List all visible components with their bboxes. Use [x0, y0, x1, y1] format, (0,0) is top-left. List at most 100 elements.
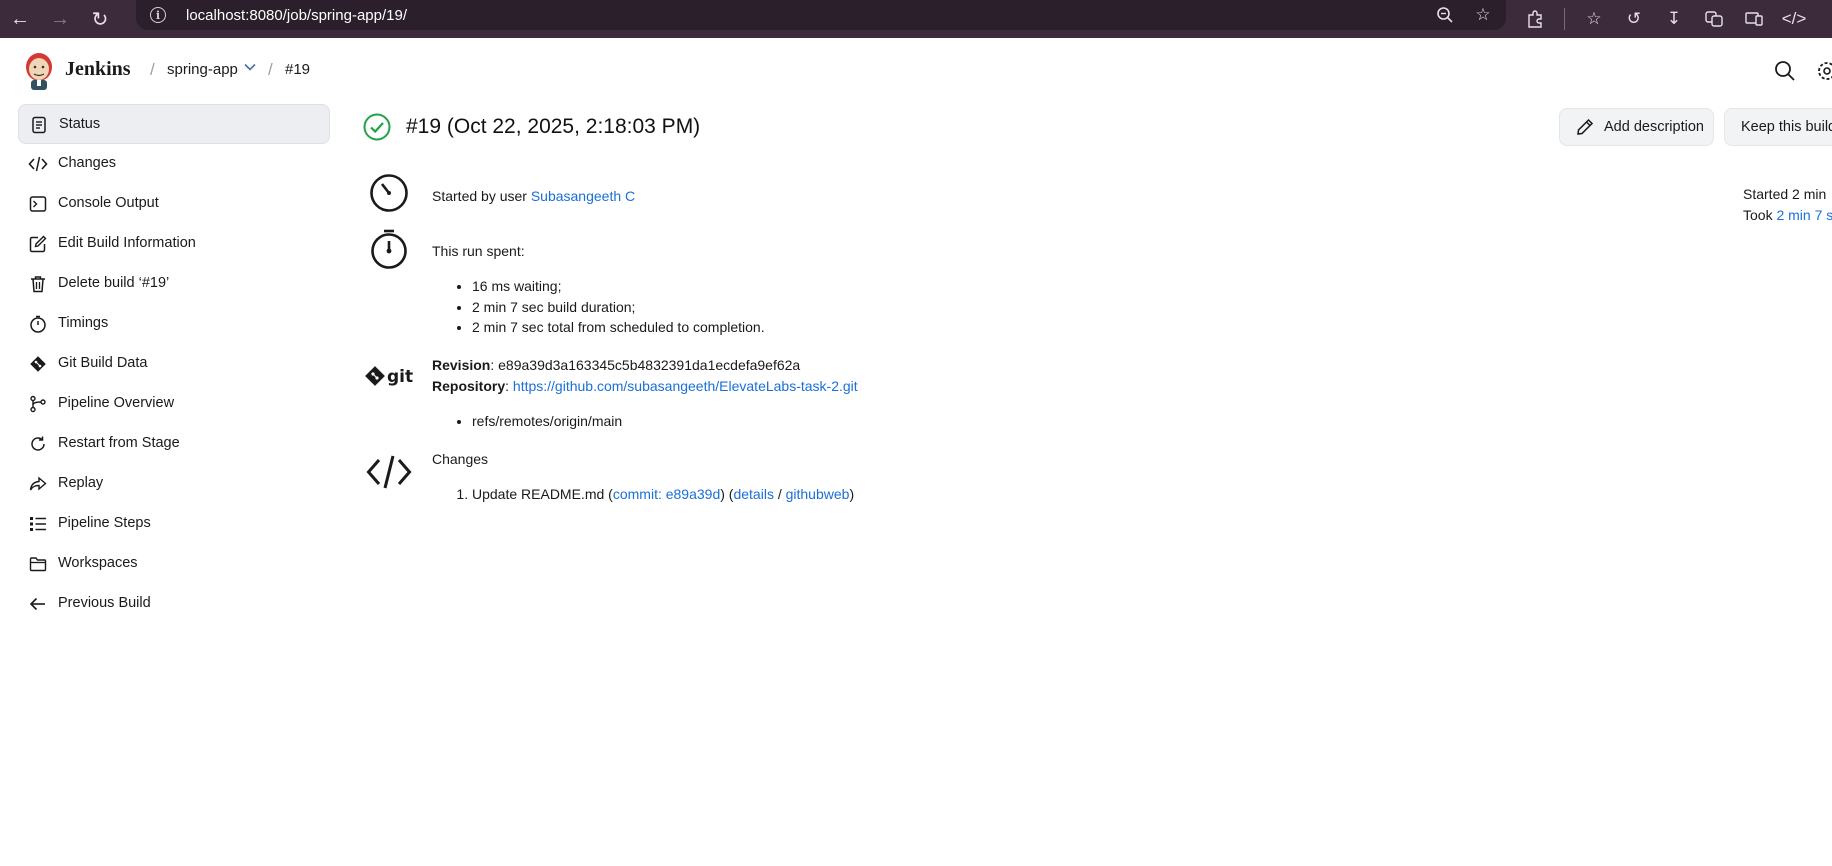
arrow-left-icon — [28, 594, 48, 614]
trash-icon — [28, 274, 48, 294]
list-item: Update README.md (commit: e89a39d) (deta… — [472, 484, 854, 504]
repository-label: Repository — [432, 378, 506, 394]
took-row: Took 2 min 7 s — [1743, 207, 1832, 223]
sidebar-item-label: Git Build Data — [58, 355, 148, 371]
terminal-icon — [28, 194, 48, 214]
gear-icon[interactable] — [1814, 58, 1832, 84]
sidebar-item-status[interactable]: Status — [18, 104, 330, 144]
add-description-label: Add description — [1604, 119, 1704, 135]
devices-icon[interactable] — [1743, 8, 1765, 30]
sidebar-item-label: Timings — [58, 315, 109, 331]
sidebar-item-console-output[interactable]: Console Output — [18, 184, 330, 224]
git-logo-icon: git — [365, 366, 413, 387]
sidebar-item-previous-build[interactable]: Previous Build — [18, 584, 330, 624]
sidebar-item-label: Workspaces — [58, 555, 138, 571]
restart-icon — [28, 434, 48, 454]
sidebar-item-label: Edit Build Information — [58, 235, 196, 251]
commit-link[interactable]: commit: e89a39d — [613, 486, 720, 502]
favorites-icon[interactable]: ☆ — [1583, 8, 1605, 30]
brand-title[interactable]: Jenkins — [65, 58, 131, 81]
reload-icon[interactable]: ↻ — [80, 0, 120, 38]
revision-value: e89a39d3a163345c5b4832391da1ecdefa9ef62a — [498, 357, 801, 373]
forward-icon[interactable]: → — [40, 0, 80, 38]
add-description-button[interactable]: Add description — [1559, 108, 1714, 146]
extensions-icon[interactable] — [1524, 8, 1546, 30]
branch-list: refs/remotes/origin/main — [472, 411, 622, 432]
sidebar-item-label: Delete build ‘#19’ — [58, 275, 170, 291]
toolbar-divider — [1564, 8, 1565, 30]
sidebar-item-label: Console Output — [58, 195, 159, 211]
breadcrumb-build[interactable]: #19 — [285, 61, 310, 78]
list-item: 16 ms waiting; — [472, 276, 765, 297]
stopwatch-icon — [28, 314, 48, 334]
sidebar-item-workspaces[interactable]: Workspaces — [18, 544, 330, 584]
started-ago-text: Started 2 min — [1743, 186, 1827, 202]
githubweb-link[interactable]: githubweb — [786, 486, 850, 502]
sidebar-item-label: Previous Build — [58, 595, 151, 611]
changes-label: Changes — [432, 451, 489, 467]
url-text[interactable]: localhost:8080/job/spring-app/19/ — [186, 7, 407, 24]
took-link[interactable]: 2 min 7 s — [1776, 207, 1832, 223]
code-icon — [366, 455, 412, 489]
sidebar-item-changes[interactable]: Changes — [18, 144, 330, 184]
replay-icon — [28, 474, 48, 494]
code-icon — [28, 154, 48, 174]
address-bar[interactable]: i localhost:8080/job/spring-app/19/ ☆ — [136, 0, 1506, 30]
download-icon[interactable]: ↧ — [1663, 8, 1685, 30]
jenkins-header: Jenkins / spring-app / #19 — [0, 38, 1832, 104]
list-icon — [28, 514, 48, 534]
devtools-icon[interactable]: </> — [1782, 8, 1807, 30]
sidebar-item-timings[interactable]: Timings — [18, 304, 330, 344]
revision-row: Revision: e89a39d3a163345c5b4832391da1ec… — [432, 357, 801, 373]
list-item: refs/remotes/origin/main — [472, 411, 622, 432]
stopwatch-icon — [371, 229, 407, 269]
chevron-down-icon[interactable] — [243, 60, 257, 77]
sidebar-item-delete-build[interactable]: Delete build ‘#19’ — [18, 264, 330, 304]
search-icon[interactable] — [1772, 58, 1798, 84]
started-by-prefix: Started by user — [432, 188, 531, 204]
sidebar-item-label: Restart from Stage — [58, 435, 180, 451]
edit-icon — [28, 234, 48, 254]
sidebar: Status Changes Console Output Edit Build… — [18, 104, 330, 624]
started-by-user-link[interactable]: Subasangeeth C — [531, 188, 635, 204]
list-item: 2 min 7 sec total from scheduled to comp… — [472, 317, 765, 338]
browser-actions: ☆ ↺ ↧ </> — [1524, 8, 1807, 30]
change-message: Update README.md — [472, 486, 605, 502]
sidebar-item-replay[interactable]: Replay — [18, 464, 330, 504]
sidebar-item-label: Replay — [58, 475, 104, 491]
sidebar-item-label: Changes — [58, 155, 117, 171]
run-spent-list: 16 ms waiting; 2 min 7 sec build duratio… — [472, 276, 765, 338]
started-by-text: Started by user Subasangeeth C — [432, 188, 635, 204]
jenkins-logo-icon[interactable] — [22, 50, 56, 90]
took-prefix: Took — [1743, 207, 1777, 223]
svg-text:git: git — [387, 367, 413, 387]
sidebar-item-pipeline-overview[interactable]: Pipeline Overview — [18, 384, 330, 424]
sidebar-item-label: Pipeline Overview — [58, 395, 175, 411]
repository-link[interactable]: https://github.com/subasangeeth/ElevateL… — [513, 378, 858, 394]
zoom-icon[interactable] — [1434, 4, 1456, 26]
bookmark-star-icon[interactable]: ☆ — [1472, 4, 1494, 26]
breadcrumb-job[interactable]: spring-app — [167, 61, 238, 78]
breadcrumb-separator: / — [150, 60, 155, 79]
site-info-icon[interactable]: i — [150, 7, 166, 23]
keep-build-label: Keep this build — [1741, 119, 1832, 135]
details-link[interactable]: details — [733, 486, 773, 502]
sidebar-item-restart-from-stage[interactable]: Restart from Stage — [18, 424, 330, 464]
success-check-icon — [363, 113, 391, 141]
back-icon[interactable]: ← — [0, 0, 40, 38]
page-title: #19 (Oct 22, 2025, 2:18:03 PM) — [406, 115, 701, 138]
breadcrumb-separator: / — [268, 60, 273, 79]
translate-icon[interactable] — [1703, 8, 1725, 30]
history-icon[interactable]: ↺ — [1623, 8, 1645, 30]
timer-icon — [370, 174, 408, 212]
document-icon — [29, 115, 49, 135]
folder-icon — [28, 554, 48, 574]
list-item: 2 min 7 sec build duration; — [472, 297, 765, 318]
repository-row: Repository: https://github.com/subasange… — [432, 378, 858, 394]
sidebar-item-edit-build-information[interactable]: Edit Build Information — [18, 224, 330, 264]
sidebar-item-pipeline-steps[interactable]: Pipeline Steps — [18, 504, 330, 544]
sidebar-item-git-build-data[interactable]: Git Build Data — [18, 344, 330, 384]
keep-build-button[interactable]: Keep this build — [1724, 108, 1832, 146]
revision-label: Revision — [432, 357, 491, 373]
sidebar-item-label: Status — [59, 116, 101, 132]
